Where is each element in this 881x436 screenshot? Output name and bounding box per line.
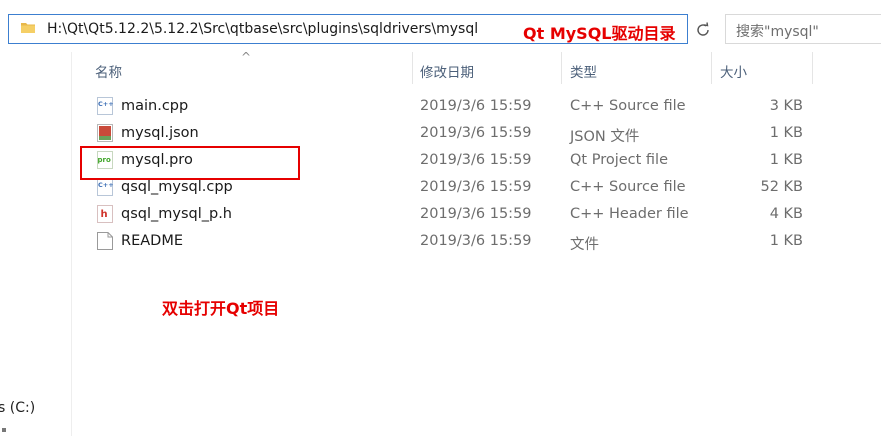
column-header-type[interactable]: 类型	[570, 61, 597, 81]
file-name[interactable]: qsql_mysql_p.h	[121, 206, 232, 222]
file-name[interactable]: qsql_mysql.cpp	[121, 179, 233, 195]
column-separator[interactable]	[561, 52, 562, 84]
nav-item-marker	[2, 428, 6, 432]
refresh-icon	[697, 22, 709, 36]
cpp-file-icon: C++	[97, 178, 113, 196]
folder-icon	[21, 23, 35, 33]
svg-text:C++: C++	[98, 181, 113, 189]
column-header-size[interactable]: 大小	[720, 61, 747, 81]
column-header-date[interactable]: 修改日期	[420, 61, 474, 81]
file-name[interactable]: README	[121, 233, 183, 249]
annotation-hint: 双击打开Qt项目	[162, 299, 280, 318]
file-name[interactable]: main.cpp	[121, 98, 188, 114]
highlight-box	[80, 146, 300, 180]
file-row[interactable]: C++ main.cpp 2019/3/6 15:59 C++ Source f…	[0, 93, 881, 120]
column-separator[interactable]	[711, 52, 712, 84]
column-separator[interactable]	[412, 52, 413, 84]
file-type: C++ Header file	[570, 206, 689, 222]
file-size: 1 KB	[769, 233, 803, 249]
column-separator[interactable]	[812, 52, 813, 84]
file-size: 3 KB	[769, 98, 803, 114]
file-type: Qt Project file	[570, 152, 669, 168]
file-type: C++ Source file	[570, 179, 686, 195]
file-date: 2019/3/6 15:59	[420, 125, 532, 141]
file-date: 2019/3/6 15:59	[420, 206, 532, 222]
file-size: 1 KB	[769, 152, 803, 168]
file-date: 2019/3/6 15:59	[420, 179, 532, 195]
svg-text:h: h	[101, 209, 108, 220]
search-box[interactable]: 搜索"mysql"	[725, 14, 881, 44]
file-type: C++ Source file	[570, 98, 686, 114]
file-row[interactable]: README 2019/3/6 15:59 文件 1 KB	[0, 228, 881, 255]
file-size: 1 KB	[769, 125, 803, 141]
address-bar[interactable]: H:\Qt\Qt5.12.2\5.12.2\Src\qtbase\src\plu…	[8, 14, 688, 44]
cpp-file-icon: C++	[97, 97, 113, 115]
file-row[interactable]: mysql.json 2019/3/6 15:59 JSON 文件 1 KB	[0, 120, 881, 147]
file-name[interactable]: mysql.json	[121, 125, 199, 141]
sort-ascending-icon: ^	[241, 50, 252, 64]
file-row[interactable]: h qsql_mysql_p.h 2019/3/6 15:59 C++ Head…	[0, 201, 881, 228]
file-size: 4 KB	[769, 206, 803, 222]
generic-file-icon	[97, 232, 113, 250]
file-type: JSON 文件	[570, 129, 640, 145]
header-file-icon: h	[97, 205, 113, 223]
file-date: 2019/3/6 15:59	[420, 152, 532, 168]
json-file-icon	[97, 124, 113, 142]
annotation-title: Qt MySQL驱动目录	[523, 24, 676, 43]
column-header-name[interactable]: 名称	[95, 61, 122, 81]
file-date: 2019/3/6 15:59	[420, 98, 532, 114]
file-date: 2019/3/6 15:59	[420, 233, 532, 249]
search-placeholder[interactable]: 搜索"mysql"	[736, 21, 819, 41]
file-size: 52 KB	[760, 179, 803, 195]
file-type: 文件	[570, 237, 599, 253]
refresh-button[interactable]	[690, 16, 716, 44]
address-path[interactable]: H:\Qt\Qt5.12.2\5.12.2\Src\qtbase\src\plu…	[47, 21, 478, 37]
nav-item-drive-c[interactable]: s (C:)	[0, 400, 35, 416]
svg-text:C++: C++	[98, 100, 113, 108]
